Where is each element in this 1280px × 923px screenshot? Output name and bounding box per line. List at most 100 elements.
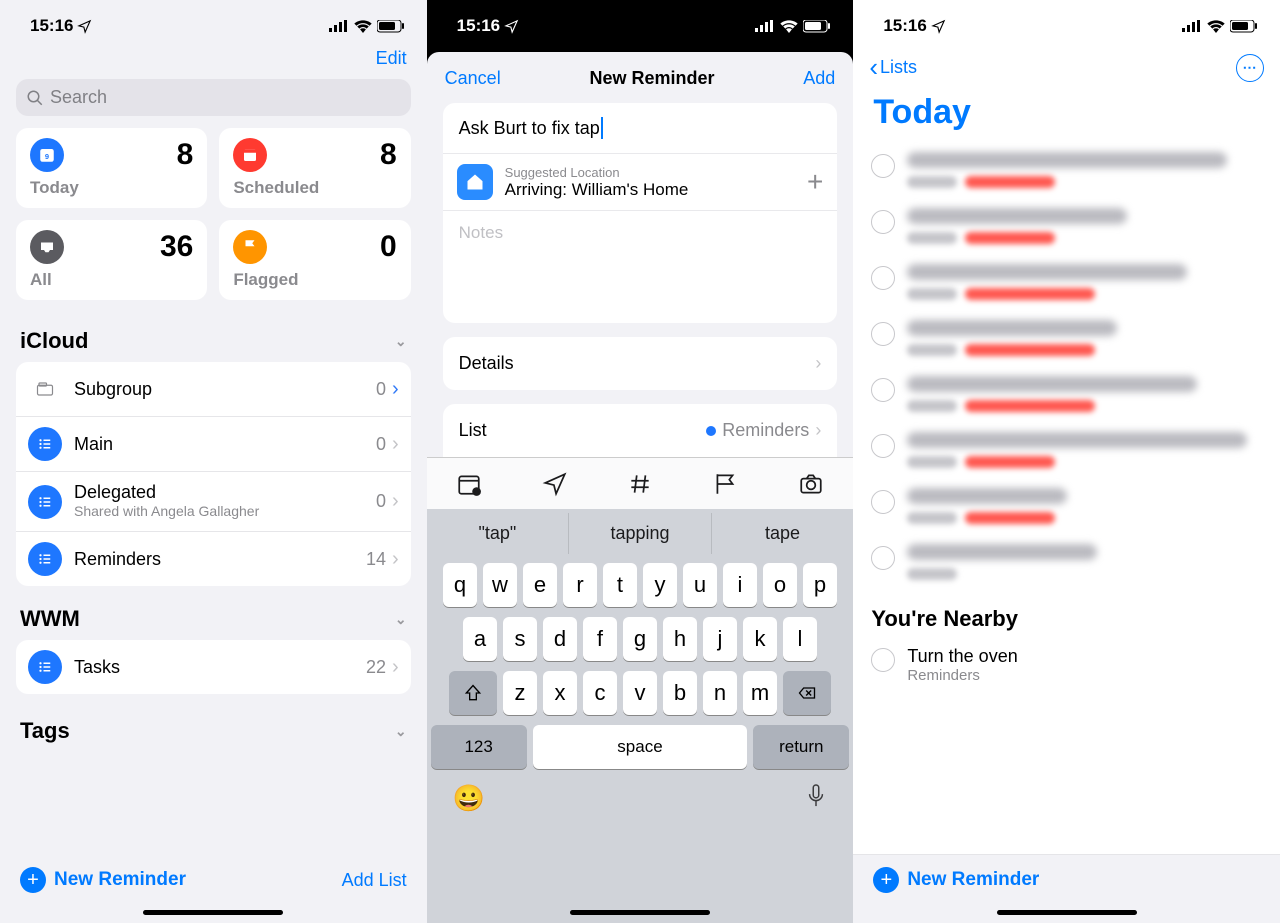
reminder-item-blurred[interactable] [853,198,1280,254]
key-i[interactable]: i [723,563,757,607]
search-input[interactable]: Search [16,79,411,116]
key-t[interactable]: t [603,563,637,607]
key-u[interactable]: u [683,563,717,607]
status-icons [1182,20,1258,33]
new-reminder-button[interactable]: + New Reminder [20,867,186,893]
card-all[interactable]: 36 All [16,220,207,300]
key-k[interactable]: k [743,617,777,661]
numbers-key[interactable]: 123 [431,725,527,769]
checkbox[interactable] [871,210,895,234]
key-s[interactable]: s [503,617,537,661]
dictation-key[interactable] [805,783,827,816]
key-e[interactable]: e [523,563,557,607]
key-q[interactable]: q [443,563,477,607]
chevron-right-icon: › [392,378,399,401]
section-wwm[interactable]: WWM ⌄ [0,592,427,640]
checkbox[interactable] [871,490,895,514]
flag-icon[interactable] [712,471,738,497]
key-l[interactable]: l [783,617,817,661]
more-button[interactable]: ⋯ [1236,54,1264,82]
chevron-right-icon: › [815,420,821,441]
key-y[interactable]: y [643,563,677,607]
home-indicator[interactable] [997,910,1137,915]
key-z[interactable]: z [503,671,537,715]
checkbox[interactable] [871,648,895,672]
key-d[interactable]: d [543,617,577,661]
key-o[interactable]: o [763,563,797,607]
reminder-item-blurred[interactable] [853,366,1280,422]
add-list-button[interactable]: Add List [342,870,407,891]
location-icon [931,19,946,34]
title-input[interactable]: Ask Burt to fix tap [443,103,838,154]
reminder-item[interactable]: Turn the oven Reminders [853,640,1280,694]
tag-icon[interactable] [627,471,653,497]
add-button[interactable]: Add [803,68,835,89]
page-title: Today [853,91,1280,142]
cancel-button[interactable]: Cancel [445,68,501,89]
suggestion-3[interactable]: tape [712,513,854,554]
details-row[interactable]: Details › [443,337,838,390]
suggestion-2[interactable]: tapping [569,513,712,554]
return-key[interactable]: return [753,725,849,769]
location-icon [77,19,92,34]
key-p[interactable]: p [803,563,837,607]
key-v[interactable]: v [623,671,657,715]
section-icloud[interactable]: iCloud ⌄ [0,314,427,362]
key-r[interactable]: r [563,563,597,607]
reminder-item-blurred[interactable] [853,534,1280,590]
key-f[interactable]: f [583,617,617,661]
key-a[interactable]: a [463,617,497,661]
chevron-right-icon: › [815,353,821,374]
card-today[interactable]: 9 8 Today [16,128,207,208]
list-reminders[interactable]: Reminders 14 › [16,532,411,586]
emoji-key[interactable]: 😀 [453,783,485,816]
list-main[interactable]: Main 0 › [16,417,411,472]
location-icon[interactable] [542,471,568,497]
battery-icon [377,20,405,33]
plus-icon[interactable]: + [807,166,823,198]
checkbox[interactable] [871,266,895,290]
space-key[interactable]: space [533,725,748,769]
card-flagged[interactable]: 0 Flagged [219,220,410,300]
list-subgroup[interactable]: Subgroup 0 › [16,362,411,417]
edit-button[interactable]: Edit [376,48,407,69]
suggested-location[interactable]: Suggested Location Arriving: William's H… [443,154,838,211]
reminder-item-blurred[interactable] [853,254,1280,310]
reminder-item-blurred[interactable] [853,478,1280,534]
section-tags[interactable]: Tags ⌄ [0,700,427,752]
list-tasks[interactable]: Tasks 22 › [16,640,411,694]
key-c[interactable]: c [583,671,617,715]
reminder-item-blurred[interactable] [853,422,1280,478]
checkbox[interactable] [871,322,895,346]
checkbox[interactable] [871,154,895,178]
notes-input[interactable]: Notes [443,211,838,323]
list-selector[interactable]: List Reminders › [443,404,838,457]
key-j[interactable]: j [703,617,737,661]
card-scheduled[interactable]: 8 Scheduled [219,128,410,208]
key-h[interactable]: h [663,617,697,661]
home-indicator[interactable] [570,910,710,915]
key-w[interactable]: w [483,563,517,607]
reminder-item-blurred[interactable] [853,142,1280,198]
camera-icon[interactable] [798,471,824,497]
checkbox[interactable] [871,546,895,570]
key-n[interactable]: n [703,671,737,715]
calendar-icon [233,138,267,172]
checkbox[interactable] [871,378,895,402]
back-button[interactable]: ‹ Lists [869,52,917,83]
key-m[interactable]: m [743,671,777,715]
backspace-key[interactable] [783,671,831,715]
key-x[interactable]: x [543,671,577,715]
chevron-down-icon: ⌄ [395,333,407,350]
key-g[interactable]: g [623,617,657,661]
home-icon [457,164,493,200]
reminder-item-blurred[interactable] [853,310,1280,366]
key-b[interactable]: b [663,671,697,715]
new-reminder-button[interactable]: + New Reminder [873,867,1260,893]
home-indicator[interactable] [143,910,283,915]
shift-key[interactable] [449,671,497,715]
suggestion-1[interactable]: "tap" [427,513,570,554]
list-delegated[interactable]: Delegated Shared with Angela Gallagher 0… [16,472,411,532]
checkbox[interactable] [871,434,895,458]
calendar-icon[interactable]: + [456,471,482,497]
